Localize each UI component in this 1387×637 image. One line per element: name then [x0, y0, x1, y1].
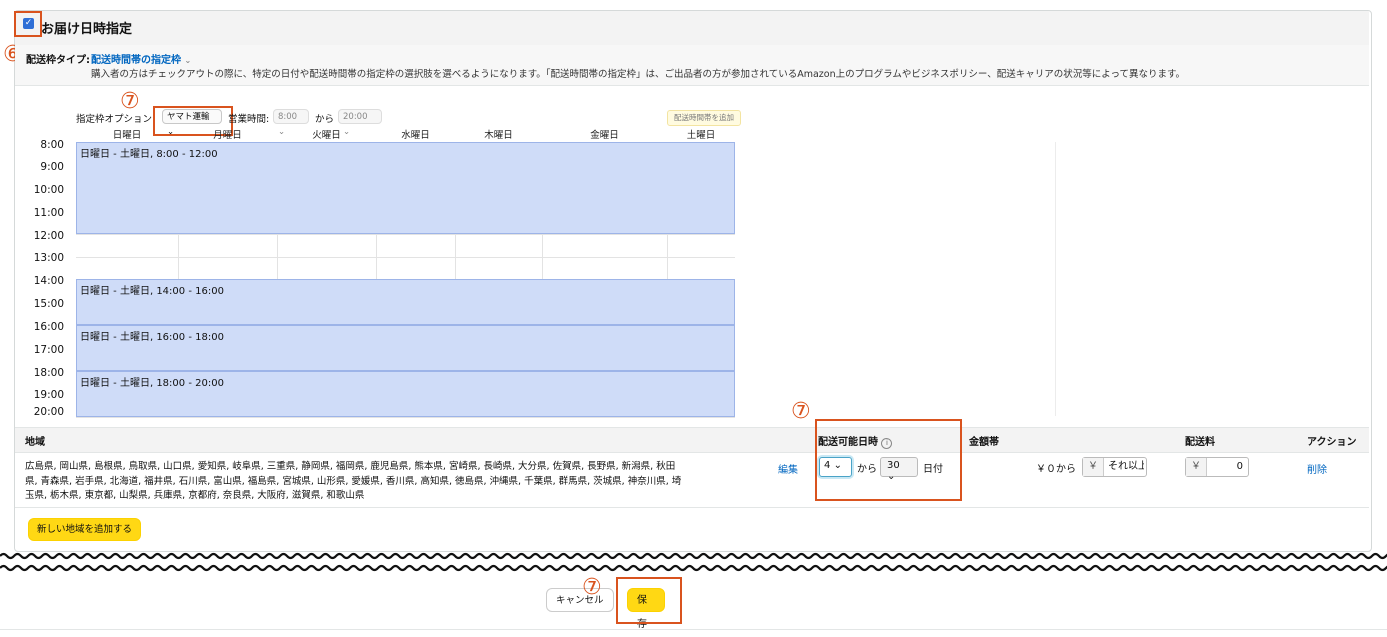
region-list: 広島県, 岡山県, 島根県, 鳥取県, 山口県, 愛知県, 岐阜県, 三重県, …	[25, 461, 682, 501]
col-header-price-range: 金額帯	[969, 437, 999, 448]
footer-divider	[0, 629, 1387, 630]
hour-label: 17:00	[33, 344, 64, 356]
price-from-text: ￥０から	[1036, 464, 1076, 475]
time-slot-block[interactable]: 日曜日 - 土曜日, 14:00 - 16:00	[76, 279, 735, 326]
annotation-marker-7-carrier: ⑦	[120, 89, 140, 114]
slot-options-label: 指定枠オプション:	[76, 114, 156, 125]
annotation-marker-7-save: ⑦	[582, 575, 602, 600]
delivery-type-value: 配送時間帯の指定枠	[91, 55, 181, 66]
col-header-region: 地域	[25, 437, 45, 448]
hour-label: 9:00	[40, 161, 64, 173]
delivery-type-dropdown[interactable]: 配送時間帯の指定枠 ⌄	[91, 51, 191, 66]
day-header: 木曜日	[455, 129, 542, 143]
delivery-type-description: 購入者の方はチェックアウトの際に、特定の日付や配送時間帯の指定枠の選択肢を選べる…	[91, 69, 1186, 80]
day-header: 金曜日	[542, 129, 667, 143]
days-from-label: から	[857, 464, 877, 475]
section-title: お届け日時指定	[41, 22, 133, 37]
price-to-placeholder: それ以上	[1108, 461, 1144, 472]
hour-label: 8:00	[40, 139, 64, 151]
torn-edge-divider	[0, 552, 1387, 572]
day-header: 月曜日	[178, 129, 277, 143]
chevron-down-icon: ⌄	[184, 56, 192, 65]
currency-prefix: ￥	[1083, 458, 1104, 476]
edit-regions-link[interactable]: 編集	[778, 461, 798, 476]
business-hours-label: 営業時間:	[228, 114, 270, 125]
day-header: 火曜日	[277, 129, 376, 143]
fee-value: 0	[1236, 461, 1243, 472]
divider	[1055, 142, 1056, 416]
hour-label: 20:00	[33, 406, 64, 418]
annotation-box-save	[616, 577, 682, 624]
day-header: 日曜日	[76, 129, 178, 143]
day-header: 土曜日	[667, 129, 735, 143]
time-slot-block[interactable]: 日曜日 - 土曜日, 8:00 - 12:00	[76, 142, 735, 234]
shipping-fee-input[interactable]: ￥ 0	[1185, 457, 1249, 477]
delivery-type-label: 配送枠タイプ:	[26, 55, 90, 66]
time-slot-block[interactable]: 日曜日 - 土曜日, 16:00 - 18:00	[76, 325, 735, 371]
from-label: から	[315, 114, 335, 125]
hour-label: 11:00	[33, 207, 64, 219]
add-region-button[interactable]: 新しい地域を追加する	[28, 518, 142, 541]
days-suffix: 日付	[923, 464, 943, 475]
hour-label: 10:00	[33, 184, 64, 196]
start-time-value: 8:00	[278, 112, 298, 122]
fee-currency-prefix: ￥	[1186, 458, 1207, 476]
panel-header	[15, 11, 1369, 46]
time-slot-block[interactable]: 日曜日 - 土曜日, 18:00 - 20:00	[76, 371, 735, 417]
chevron-down-icon: ⌄	[833, 460, 842, 471]
hour-gridline	[76, 233, 735, 235]
annotation-marker-7-dates: ⑦	[791, 399, 811, 424]
chevron-down-icon: ⌄	[887, 471, 896, 482]
hour-label: 13:00	[33, 252, 64, 264]
end-time-value: 20:00	[343, 112, 368, 122]
price-to-input[interactable]: ￥ それ以上	[1082, 457, 1147, 477]
col-header-action: アクション	[1307, 437, 1357, 448]
hour-label: 18:00	[33, 367, 64, 379]
hour-label: 16:00	[33, 321, 64, 333]
to-days-select[interactable]: 30 ⌄	[880, 457, 918, 482]
hour-label: 19:00	[33, 389, 64, 401]
start-time-select[interactable]: 8:00 ⌄	[273, 109, 309, 137]
day-header: 水曜日	[376, 129, 455, 143]
from-days-value: 4	[824, 460, 831, 471]
hour-label: 12:00	[33, 230, 64, 242]
hour-label: 14:00	[33, 275, 64, 287]
col-header-shipping-fee: 配送料	[1185, 437, 1215, 448]
add-time-slot-button[interactable]: 配送時間帯を追加	[667, 110, 741, 126]
from-days-select[interactable]: 4 ⌄	[819, 457, 852, 477]
hour-gridline	[76, 256, 735, 258]
cancel-button[interactable]: キャンセル	[546, 588, 614, 612]
table-header	[15, 427, 1369, 453]
hour-label: 15:00	[33, 298, 64, 310]
row-divider	[15, 507, 1369, 508]
delete-row-link[interactable]: 削除	[1307, 461, 1327, 476]
delivery-date-checkbox[interactable]: ✓	[23, 18, 34, 29]
to-days-value: 30	[887, 460, 900, 471]
end-time-select[interactable]: 20:00 ⌄	[338, 109, 382, 137]
